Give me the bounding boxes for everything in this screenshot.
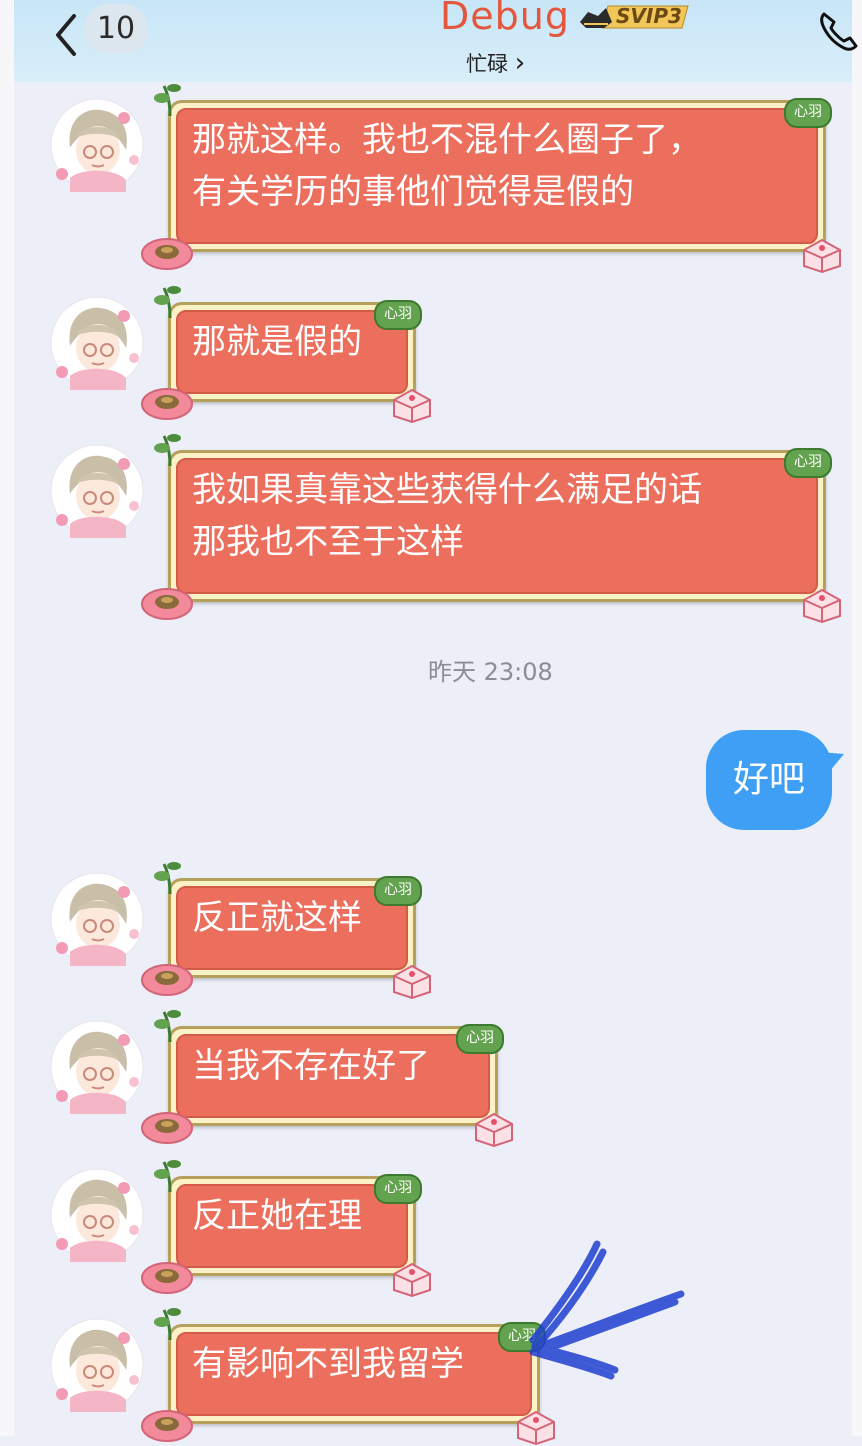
contact-avatar[interactable] <box>50 872 144 966</box>
message-text: 有影响不到我留学 <box>192 1344 464 1384</box>
contact-avatar[interactable] <box>50 444 144 538</box>
sprout-icon <box>154 286 181 318</box>
message-bubble[interactable]: 当我不存在好了 心羽 <box>141 1010 513 1148</box>
contact-avatar[interactable] <box>50 296 144 390</box>
bubble-theme-tag: 心羽 <box>374 300 422 330</box>
vip-badge: SVIP3 <box>578 2 690 32</box>
flower-icon <box>141 1262 193 1294</box>
message-bubble[interactable]: 反正就这样 心羽 <box>141 862 431 1000</box>
cake-icon <box>393 388 431 424</box>
sprout-icon <box>154 1160 181 1192</box>
sprout-icon <box>154 434 181 466</box>
message-text: 好吧 <box>732 759 805 800</box>
blue-arrow-scribble <box>529 1240 685 1380</box>
message-bubble[interactable]: 反正她在理 心羽 <box>141 1160 431 1298</box>
cake-icon <box>803 238 841 274</box>
message-text: 那就是假的 <box>192 322 362 362</box>
message-bubble[interactable]: 有影响不到我留学 心羽 <box>141 1308 555 1446</box>
bubble-theme-tag: 心羽 <box>784 98 832 128</box>
cake-icon <box>393 964 431 1000</box>
phone-icon <box>820 12 858 51</box>
cake-icon <box>517 1410 555 1446</box>
message-text: 反正她在理 <box>192 1196 362 1236</box>
flower-icon <box>141 238 193 270</box>
unread-count-badge[interactable]: 10 <box>84 4 148 54</box>
cake-icon <box>393 1262 431 1298</box>
sprout-icon <box>154 1308 181 1340</box>
back-button[interactable] <box>48 6 84 56</box>
contact-avatar[interactable] <box>50 1168 144 1262</box>
bubble-theme-tag: 心羽 <box>456 1024 504 1054</box>
flower-icon <box>141 588 193 620</box>
online-status[interactable]: 忙碌 › <box>466 48 525 78</box>
flower-icon <box>141 964 193 996</box>
contact-avatar[interactable] <box>50 1020 144 1114</box>
outgoing-message-bubble[interactable]: 好吧 <box>706 730 844 830</box>
flower-icon <box>141 1410 193 1442</box>
flower-icon <box>141 388 193 420</box>
contact-avatar[interactable] <box>50 1318 144 1412</box>
cake-icon <box>475 1112 513 1148</box>
chevron-left-icon <box>56 14 76 56</box>
status-label: 忙碌 <box>466 52 508 76</box>
bubble-theme-tag: 心羽 <box>374 876 422 906</box>
right-edge <box>852 0 862 1436</box>
message-text: 我如果真靠这些获得什么满足的话 那我也不至于这样 <box>192 470 702 562</box>
call-button[interactable] <box>818 8 862 52</box>
bubble-theme-tag: 心羽 <box>784 448 832 478</box>
bubble-theme-tag: 心羽 <box>374 1174 422 1204</box>
message-bubble[interactable]: 那就这样。我也不混什么圈子了， 有关学历的事他们觉得是假的 心羽 <box>141 84 841 274</box>
bubble-tail <box>820 752 844 778</box>
sprout-icon <box>154 84 181 116</box>
chevron-right-icon: › <box>514 48 526 78</box>
cake-icon <box>803 588 841 624</box>
message-text: 反正就这样 <box>192 898 362 938</box>
flower-icon <box>141 1112 193 1144</box>
left-edge <box>0 0 14 1436</box>
vip-level-label: SVIP3 <box>616 4 682 28</box>
message-text: 当我不存在好了 <box>192 1046 430 1086</box>
sprout-icon <box>154 862 181 894</box>
contact-name[interactable]: Debug <box>440 0 570 38</box>
message-bubble[interactable]: 我如果真靠这些获得什么满足的话 那我也不至于这样 心羽 <box>141 434 841 624</box>
message-text: 那就这样。我也不混什么圈子了， 有关学历的事他们觉得是假的 <box>192 120 702 212</box>
contact-avatar[interactable] <box>50 98 144 192</box>
timestamp: 昨天 23:08 <box>428 658 553 686</box>
message-bubble[interactable]: 那就是假的 心羽 <box>141 286 431 424</box>
sprout-icon <box>154 1010 181 1042</box>
